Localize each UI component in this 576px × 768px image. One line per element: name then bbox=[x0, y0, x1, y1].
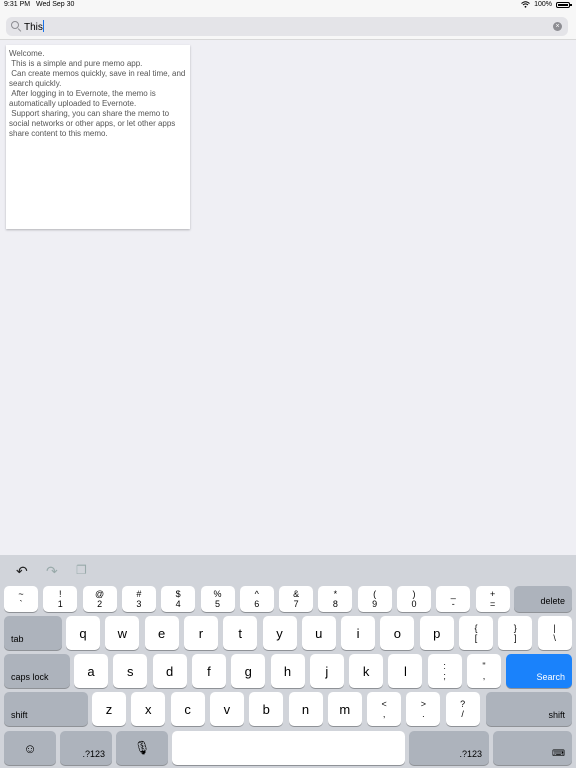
status-time: 9:31 PM bbox=[4, 1, 31, 8]
key-`[interactable]: ~ ` bbox=[4, 586, 38, 612]
status-date: Wed Sep 30 bbox=[36, 1, 75, 8]
key-6[interactable]: ^ 6 bbox=[239, 586, 274, 612]
key-1[interactable]: ! 1 bbox=[43, 586, 78, 612]
search-input-value[interactable]: This bbox=[24, 20, 44, 33]
key-t[interactable]: t bbox=[223, 616, 258, 650]
key-h[interactable]: h bbox=[270, 654, 305, 688]
microphone-key[interactable]: 🎙 bbox=[116, 731, 168, 765]
key-k[interactable]: k bbox=[349, 654, 384, 688]
hide-keyboard-key[interactable]: ⌨ bbox=[493, 731, 572, 765]
search-bar: This × bbox=[0, 12, 576, 40]
numbers-key-right[interactable]: .?123 bbox=[409, 731, 489, 765]
key-n[interactable]: n bbox=[288, 692, 323, 726]
status-bar: 9:31 PM Wed Sep 30 100% bbox=[0, 0, 576, 12]
key-e[interactable]: e bbox=[144, 616, 179, 650]
numbers-key-left[interactable]: .?123 bbox=[60, 731, 112, 765]
caps-lock-key[interactable]: caps lock bbox=[4, 654, 70, 688]
status-right: 100% bbox=[521, 1, 572, 8]
key-sym4-1[interactable]: >. bbox=[406, 692, 441, 726]
key-5[interactable]: % 5 bbox=[200, 586, 235, 612]
key-v[interactable]: v bbox=[209, 692, 244, 726]
paste-icon[interactable]: ❐ bbox=[76, 563, 87, 577]
key-i[interactable]: i bbox=[341, 616, 376, 650]
keyboard-toolbar: ↶ ↷ ❐ bbox=[0, 555, 576, 585]
key-4[interactable]: $4 bbox=[161, 586, 196, 612]
key-q[interactable]: q bbox=[66, 616, 100, 650]
key-sym4-2[interactable]: ? / bbox=[445, 692, 480, 726]
space-key[interactable] bbox=[172, 731, 405, 765]
key-l[interactable]: l bbox=[388, 654, 423, 688]
text-caret bbox=[42, 20, 44, 32]
key-=[interactable]: + = bbox=[475, 586, 510, 612]
key-sym3-0[interactable]: :; bbox=[427, 654, 462, 688]
emoji-key[interactable]: ☺ bbox=[4, 731, 56, 765]
tab-key[interactable]: tab bbox=[4, 616, 62, 650]
search-input[interactable]: This × bbox=[6, 17, 568, 36]
key-w[interactable]: w bbox=[105, 616, 140, 650]
key-f[interactable]: f bbox=[191, 654, 226, 688]
key-sym-2[interactable]: | \ bbox=[537, 616, 572, 650]
key-s[interactable]: s bbox=[113, 654, 148, 688]
clear-search-icon[interactable]: × bbox=[553, 22, 562, 31]
shift-left-key[interactable]: shift bbox=[4, 692, 88, 726]
shift-right-key[interactable]: shift bbox=[486, 692, 572, 726]
memo-text: Welcome. This is a simple and pure memo … bbox=[9, 49, 186, 138]
battery-icon bbox=[556, 1, 572, 8]
key-c[interactable]: c bbox=[170, 692, 205, 726]
battery-percent: 100% bbox=[534, 1, 552, 8]
key-d[interactable]: d bbox=[152, 654, 187, 688]
search-key[interactable]: Search bbox=[506, 654, 572, 688]
key-sym4-0[interactable]: <, bbox=[367, 692, 402, 726]
search-icon bbox=[11, 21, 19, 29]
keyboard: ↶ ↷ ❐ ~ `! 1 @2 #3 $4% 5 ^ 6 & 7 * 8(9) 0 _ - + = delete ta… bbox=[0, 555, 576, 768]
key-8[interactable]: * 8 bbox=[318, 586, 353, 612]
key-sym-0[interactable]: {[ bbox=[459, 616, 493, 650]
key-0[interactable]: ) 0 bbox=[397, 586, 431, 612]
key-m[interactable]: m bbox=[327, 692, 362, 726]
key-a[interactable]: a bbox=[74, 654, 108, 688]
key-7[interactable]: & 7 bbox=[279, 586, 314, 612]
key-p[interactable]: p bbox=[419, 616, 454, 650]
memo-card[interactable]: Welcome. This is a simple and pure memo … bbox=[6, 45, 190, 229]
undo-icon[interactable]: ↶ bbox=[16, 563, 28, 580]
delete-key[interactable]: delete bbox=[514, 586, 572, 612]
key--[interactable]: _ - bbox=[436, 586, 471, 612]
redo-icon[interactable]: ↷ bbox=[46, 563, 58, 580]
key-2[interactable]: @2 bbox=[82, 586, 117, 612]
key-o[interactable]: o bbox=[380, 616, 415, 650]
key-r[interactable]: r bbox=[183, 616, 218, 650]
key-3[interactable]: #3 bbox=[121, 586, 156, 612]
key-9[interactable]: (9 bbox=[357, 586, 392, 612]
key-u[interactable]: u bbox=[301, 616, 336, 650]
wifi-icon bbox=[521, 1, 530, 8]
key-j[interactable]: j bbox=[309, 654, 344, 688]
key-sym3-1[interactable]: ", bbox=[467, 654, 501, 688]
key-b[interactable]: b bbox=[249, 692, 284, 726]
key-z[interactable]: z bbox=[92, 692, 126, 726]
key-y[interactable]: y bbox=[262, 616, 297, 650]
key-x[interactable]: x bbox=[131, 692, 166, 726]
key-sym-1[interactable]: }] bbox=[498, 616, 533, 650]
key-g[interactable]: g bbox=[231, 654, 266, 688]
